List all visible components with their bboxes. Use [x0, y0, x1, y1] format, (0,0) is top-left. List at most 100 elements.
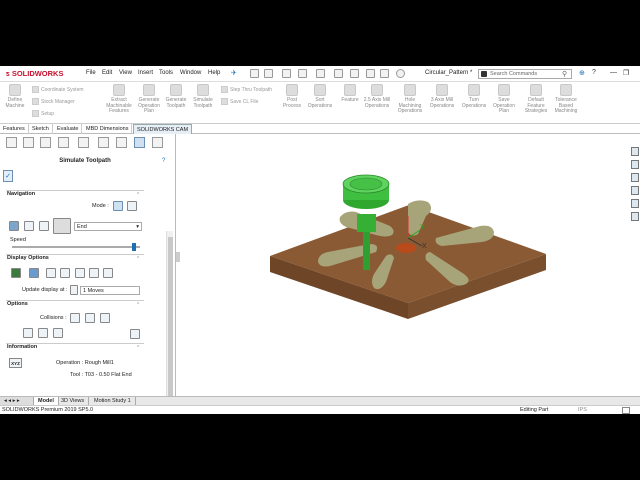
panel-scrollbar-thumb[interactable] [168, 237, 173, 414]
tolerance-machining-button[interactable]: Tolerance Based Machining [550, 84, 582, 115]
mode-step-button[interactable] [127, 201, 137, 211]
menu-window[interactable]: Window [180, 70, 201, 76]
status-toggle-icon[interactable] [622, 407, 630, 414]
tab-features[interactable]: Features [0, 124, 29, 134]
cam-feature-tree-icon[interactable] [98, 137, 109, 148]
config-manager-icon[interactable] [40, 137, 51, 148]
select-icon[interactable] [350, 69, 359, 78]
show-fixture-button[interactable] [89, 268, 99, 278]
rebuild-icon[interactable] [366, 69, 375, 78]
collision-holder-button[interactable] [85, 313, 95, 323]
rewind-button[interactable] [9, 221, 19, 231]
pin-icon[interactable]: ✈ [231, 69, 237, 77]
menu-file[interactable]: File [86, 70, 96, 76]
print-icon[interactable] [316, 69, 325, 78]
simulate-toolpath-button[interactable]: Simulate Toolpath [188, 84, 218, 109]
show-holder-button[interactable] [60, 268, 70, 278]
pause-button[interactable] [53, 218, 71, 234]
sort-operations-button[interactable]: Sort Operations [305, 84, 335, 109]
update-mode-icon[interactable] [70, 285, 78, 295]
setup-button[interactable]: Setup [32, 110, 54, 117]
collision-fixture-button[interactable] [100, 313, 110, 323]
axis-mill-operations-button[interactable]: 2.5 Axis Mill Operations [362, 84, 392, 109]
search-scope-icon[interactable] [481, 71, 487, 77]
step-back-button[interactable] [24, 221, 34, 231]
mode-continuous-button[interactable] [113, 201, 123, 211]
display-options-header[interactable]: Display Options [7, 255, 49, 261]
tab-sketch[interactable]: Sketch [29, 124, 53, 134]
help-icon[interactable]: ? [592, 69, 596, 76]
export-stl-button[interactable] [38, 328, 48, 338]
cam-tools-tree-icon[interactable] [134, 137, 145, 148]
default-strategies-button[interactable]: Default Feature Strategies [520, 84, 552, 115]
stock-manager-button[interactable]: Stock Manager [32, 98, 75, 105]
menu-view[interactable]: View [119, 70, 132, 76]
dimxpert-icon[interactable] [58, 137, 69, 148]
save-stock-button[interactable] [23, 328, 33, 338]
cam-operation-tree-icon[interactable] [116, 137, 127, 148]
show-part-button[interactable] [29, 268, 39, 278]
xyz-button[interactable]: XYZ [9, 358, 22, 368]
collapse-navigation-icon[interactable]: ⌃ [136, 192, 140, 198]
home-icon[interactable] [250, 69, 259, 78]
new-document-icon[interactable] [264, 69, 273, 78]
menu-tools[interactable]: Tools [159, 70, 173, 76]
show-tool-button[interactable] [46, 268, 56, 278]
panel-arrow-icon[interactable] [152, 137, 163, 148]
feature-button[interactable]: Feature [337, 84, 363, 104]
save-simulation-button[interactable] [53, 328, 63, 338]
taskpane-library-icon[interactable] [631, 173, 639, 182]
show-difference-button[interactable] [103, 268, 113, 278]
step-thru-toolpath-button[interactable]: Step Thru Toolpath [221, 86, 272, 93]
menu-insert[interactable]: Insert [138, 70, 153, 76]
menu-help[interactable]: Help [208, 70, 220, 76]
search-icon[interactable]: ⚲ [562, 70, 567, 79]
taskpane-appearances-icon[interactable] [631, 199, 639, 208]
extract-features-button[interactable]: Extract Machinable Features [102, 84, 136, 115]
collision-tool-button[interactable] [70, 313, 80, 323]
units-text[interactable]: IPS [578, 406, 587, 414]
taskpane-explorer-icon[interactable] [631, 186, 639, 195]
coordinate-system-button[interactable]: Coordinate System [32, 86, 84, 93]
navigation-header[interactable]: Navigation [7, 191, 35, 197]
show-stock-button[interactable] [11, 268, 21, 278]
save-icon[interactable] [298, 69, 307, 78]
settings-button[interactable] [130, 329, 140, 339]
menu-edit[interactable]: Edit [102, 70, 112, 76]
collapse-options-icon[interactable]: ⌃ [136, 302, 140, 308]
help-icon[interactable]: ? [162, 158, 165, 164]
tab-solidworks-cam[interactable]: SOLIDWORKS CAM [133, 124, 193, 134]
tab-mbd-dimensions[interactable]: MBD Dimensions [83, 124, 133, 134]
solidworks-logo[interactable]: ƽ SOLIDWORKS [6, 69, 63, 78]
speed-slider-thumb[interactable] [131, 243, 136, 251]
post-process-button[interactable]: Post Process [280, 84, 304, 109]
update-display-select[interactable]: 1 Moves [80, 286, 140, 295]
three-axis-mill-button[interactable]: 3 Axis Mill Operations [426, 84, 458, 109]
define-machine-button[interactable]: Define Machine [2, 84, 28, 109]
property-manager-icon[interactable] [23, 137, 34, 148]
turn-operations-button[interactable]: Turn Operations [460, 84, 488, 109]
generate-toolpath-button[interactable]: Generate Toolpath [162, 84, 190, 109]
graphics-viewport[interactable]: Y X [180, 134, 630, 396]
feature-tree-icon[interactable] [6, 137, 17, 148]
show-toolpath-button[interactable] [75, 268, 85, 278]
options-gear-icon[interactable] [396, 69, 405, 78]
stop-at-select[interactable]: End ▾ [74, 222, 142, 231]
open-icon[interactable] [282, 69, 291, 78]
user-icon[interactable]: ⊕ [579, 69, 585, 77]
file-properties-icon[interactable] [380, 69, 389, 78]
save-cl-file-button[interactable]: Save CL File [221, 98, 258, 105]
restore-icon[interactable]: ❐ [623, 69, 629, 77]
ok-check-icon[interactable]: ✓ [3, 170, 13, 182]
tab-evaluate[interactable]: Evaluate [54, 124, 83, 134]
information-header[interactable]: Information [7, 344, 37, 350]
hole-machining-button[interactable]: Hole Machining Operations [394, 84, 426, 115]
collapse-information-icon[interactable]: ⌃ [136, 345, 140, 351]
panel-scrollbar[interactable] [166, 231, 173, 414]
search-commands-input[interactable]: Search Commands ⚲ [478, 69, 572, 79]
collapse-display-icon[interactable]: ⌃ [136, 256, 140, 262]
taskpane-properties-icon[interactable] [631, 212, 639, 221]
taskpane-resources-icon[interactable] [631, 160, 639, 169]
undo-icon[interactable] [334, 69, 343, 78]
save-operation-plan-button[interactable]: Save Operation Plan [490, 84, 518, 115]
